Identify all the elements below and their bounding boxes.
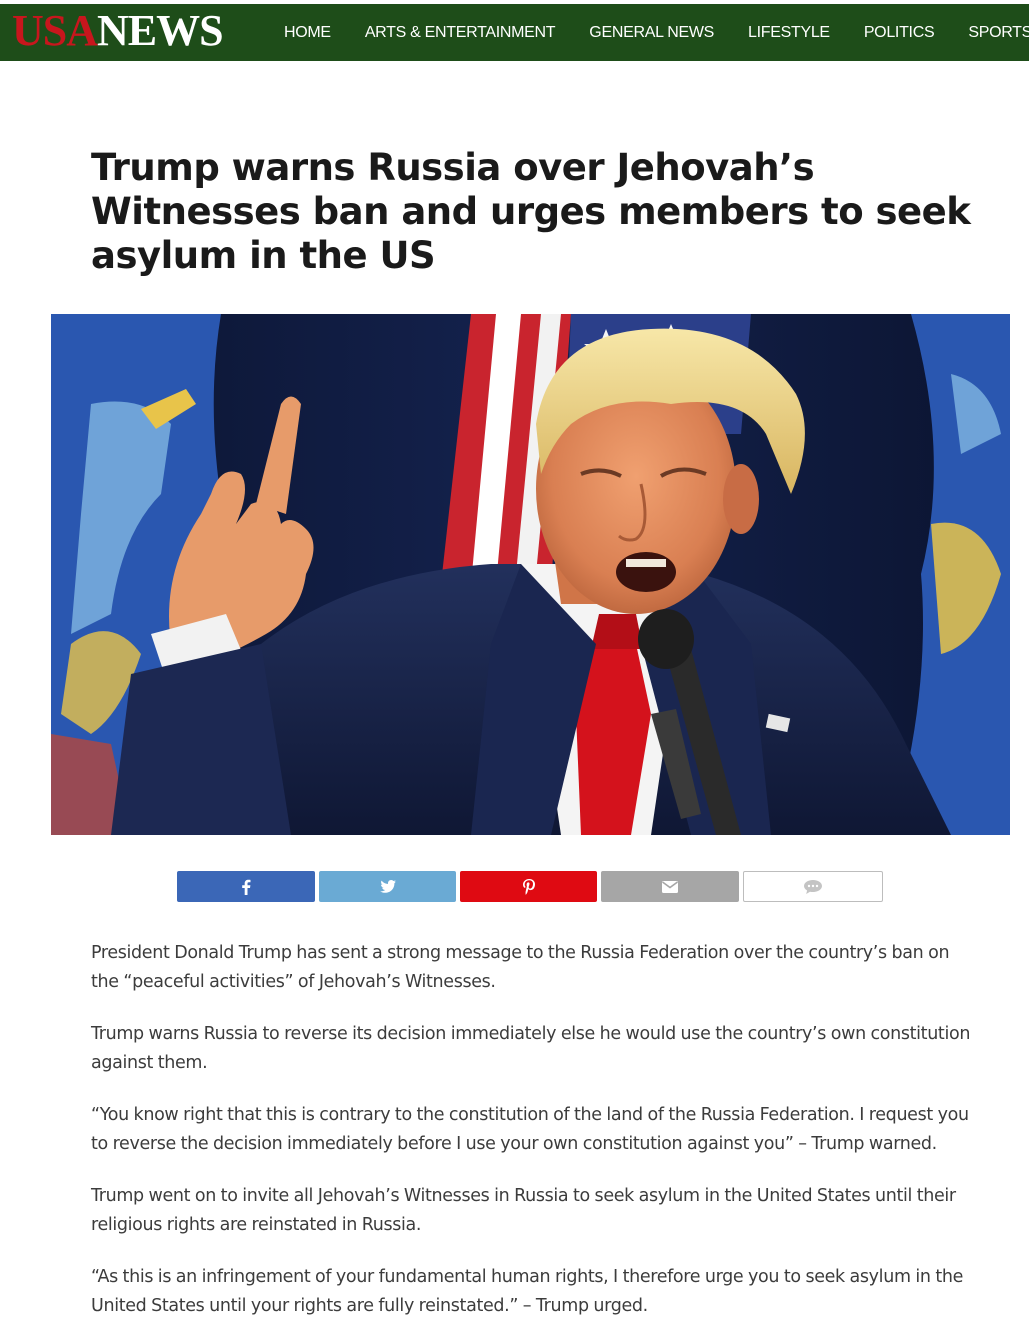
comment-icon [804,879,822,894]
share-email-button[interactable] [601,871,739,902]
share-facebook-button[interactable] [177,871,315,902]
nav-item-sports[interactable]: SPORTS [968,24,1029,42]
article-paragraph: Trump went on to invite all Jehovah’s Wi… [91,1186,956,1235]
article-paragraph: “You know right that this is contrary to… [91,1105,969,1154]
nav-item-politics[interactable]: POLITICS [864,24,935,42]
article-body: President Donald Trump has sent a strong… [91,939,976,1337]
share-twitter-button[interactable] [319,871,456,902]
logo-news-text: NEWS [97,6,224,55]
nav-item-arts-entertainment[interactable]: ARTS & ENTERTAINMENT [365,24,556,42]
email-icon [662,880,678,893]
facebook-icon [242,879,251,895]
article-paragraph: President Donald Trump has sent a strong… [91,943,950,992]
comments-button[interactable] [743,871,883,902]
main-menu: HOME ARTS & ENTERTAINMENT GENERAL NEWS L… [284,4,1029,61]
logo-usa-text: USA [12,6,98,55]
article-hero-image [51,314,1010,835]
share-buttons [177,871,887,902]
article-paragraph: Trump warns Russia to reverse its decisi… [91,1024,971,1073]
nav-item-lifestyle[interactable]: LIFESTYLE [748,24,830,42]
share-pinterest-button[interactable] [460,871,597,902]
site-logo[interactable]: USANEWS [12,6,224,55]
article-title: Trump warns Russia over Jehovah’s Witnes… [91,146,971,277]
article-paragraph: “As this is an infringement of your fund… [91,1267,963,1316]
pinterest-icon [522,878,535,895]
twitter-icon [379,880,396,893]
nav-item-general-news[interactable]: GENERAL NEWS [589,24,714,42]
nav-item-home[interactable]: HOME [284,24,331,42]
top-navigation-bar: USANEWS HOME ARTS & ENTERTAINMENT GENERA… [0,4,1029,61]
hero-photo [51,314,1010,835]
